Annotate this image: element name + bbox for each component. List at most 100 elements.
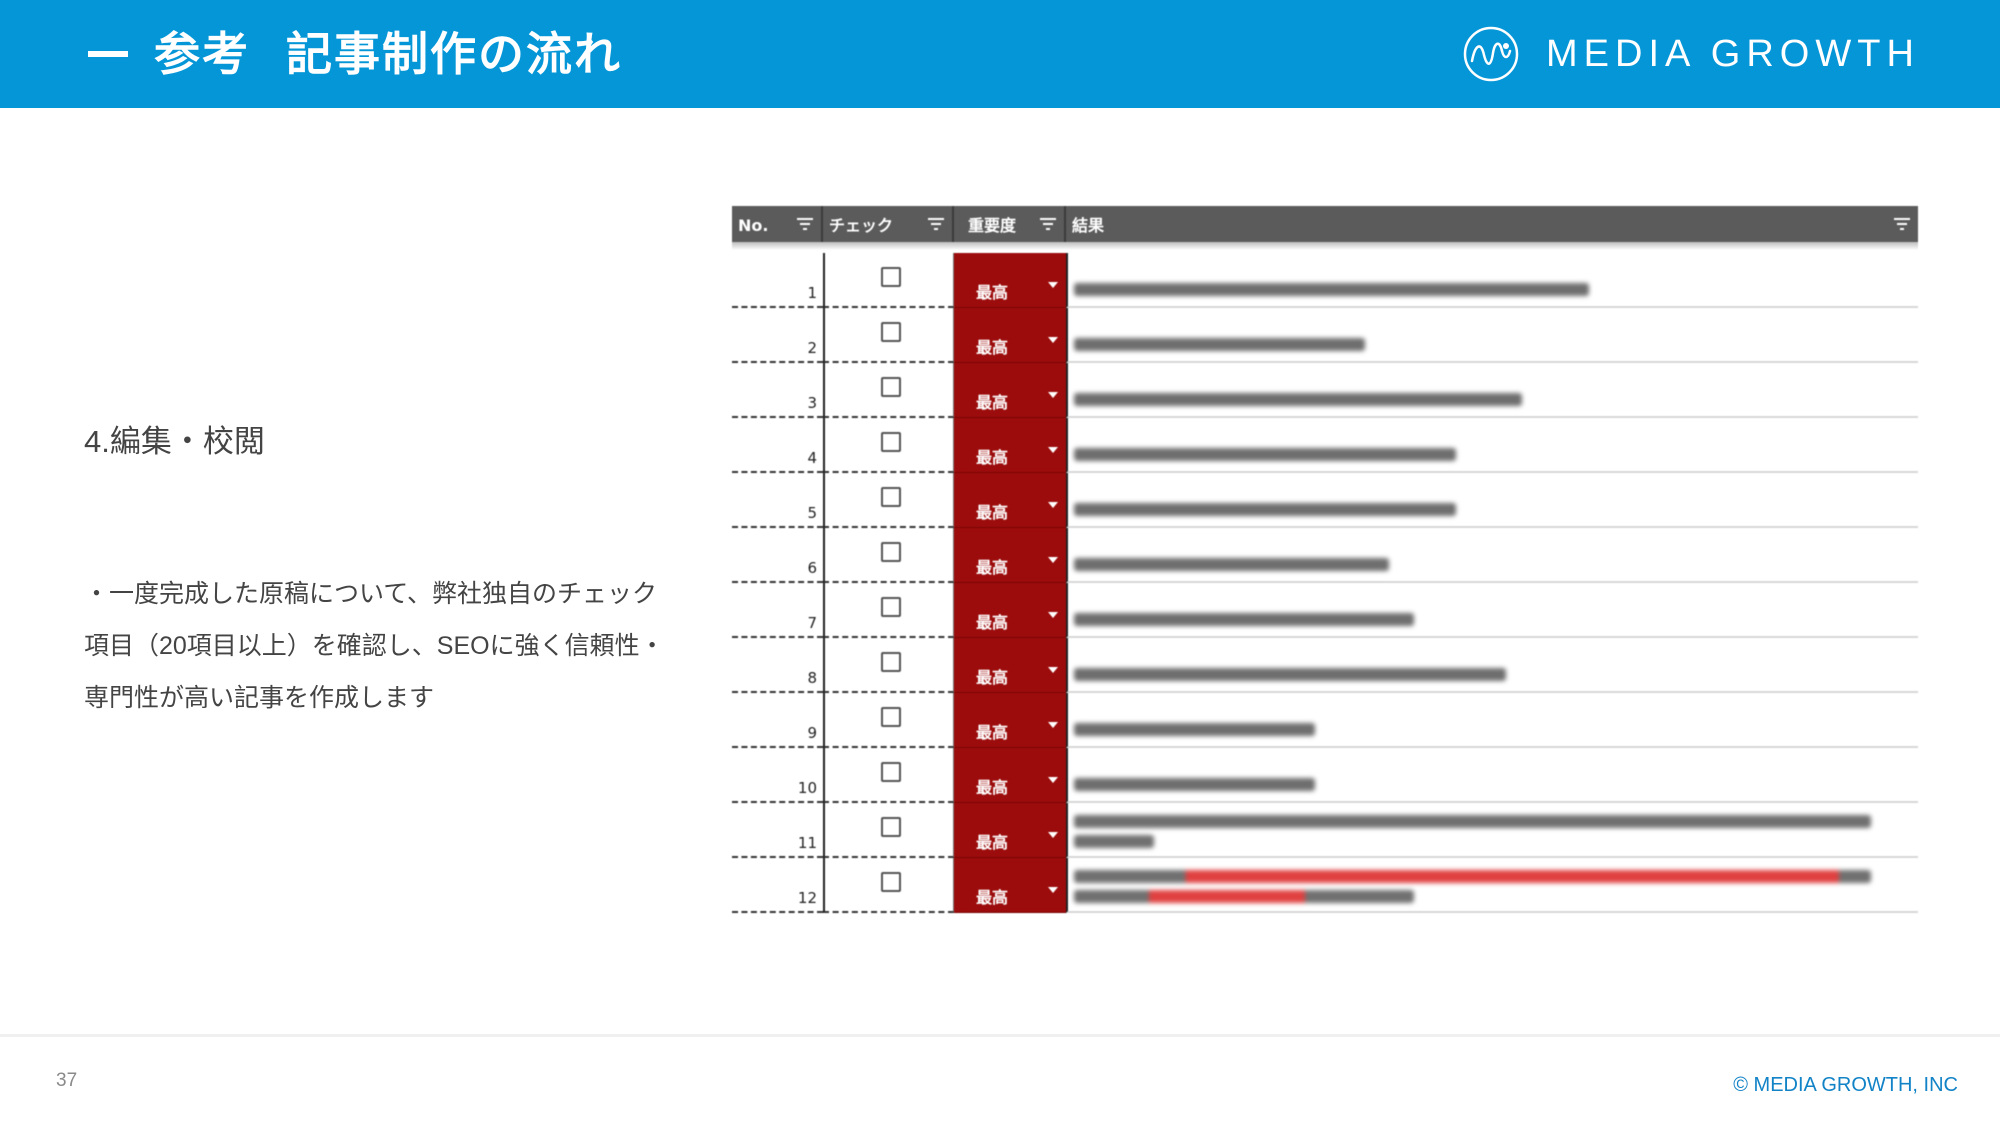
checkbox[interactable] (881, 432, 901, 452)
dropdown-arrow-icon (1048, 887, 1058, 893)
table-row: 4 最高 (732, 418, 1918, 473)
column-header-check: チェック (823, 206, 954, 242)
importance-dropdown[interactable]: 最高 (954, 803, 1066, 858)
importance-dropdown[interactable]: 最高 (954, 308, 1066, 363)
result-cell (1066, 418, 1918, 473)
importance-label: 最高 (976, 448, 1009, 467)
blurred-result-text (1074, 448, 1456, 461)
checkbox[interactable] (881, 322, 901, 342)
blurred-result-text (1074, 613, 1414, 626)
importance-label: 最高 (976, 668, 1009, 687)
check-cell (823, 363, 954, 418)
importance-label: 最高 (976, 833, 1009, 852)
description-line: 項目（20項目以上）を確認し、SEOに強く信頼性・ (84, 632, 665, 660)
importance-dropdown[interactable]: 最高 (954, 583, 1066, 638)
checkbox[interactable] (881, 707, 901, 727)
importance-label: 最高 (976, 283, 1009, 302)
column-header-importance: 重要度 (954, 206, 1066, 242)
result-cell (1066, 473, 1918, 528)
blurred-result-text (1074, 815, 1871, 828)
result-cell (1066, 858, 1918, 913)
table-row: 1 最高 (732, 253, 1918, 308)
importance-label: 最高 (976, 888, 1009, 907)
importance-dropdown[interactable]: 最高 (954, 253, 1066, 308)
description-line: ・一度完成した原稿について、弊社独自のチェック (84, 580, 658, 608)
column-header-label: 重要度 (968, 216, 1017, 235)
filter-icon[interactable] (1894, 218, 1910, 230)
section-title: 4.編集・校閲 (84, 424, 265, 459)
checkbox[interactable] (881, 872, 901, 892)
importance-dropdown[interactable]: 最高 (954, 693, 1066, 748)
blurred-result-text (1074, 558, 1389, 571)
checkbox[interactable] (881, 487, 901, 507)
description-line: 専門性が高い記事を作成します (84, 684, 435, 712)
header-shadow (732, 242, 1918, 250)
result-cell (1066, 253, 1918, 308)
check-cell (823, 803, 954, 858)
filter-icon[interactable] (1040, 218, 1056, 230)
column-header-label: 結果 (1072, 216, 1105, 235)
importance-label: 最高 (976, 723, 1009, 742)
importance-label: 最高 (976, 778, 1009, 797)
importance-dropdown[interactable]: 最高 (954, 363, 1066, 418)
blurred-result-text (1074, 870, 1871, 883)
checkbox[interactable] (881, 542, 901, 562)
table-row: 9 最高 (732, 693, 1918, 748)
dropdown-arrow-icon (1048, 337, 1058, 343)
dropdown-arrow-icon (1048, 557, 1058, 563)
check-cell (823, 528, 954, 583)
blurred-result-text (1074, 283, 1589, 296)
checkbox[interactable] (881, 652, 901, 672)
dropdown-arrow-icon (1048, 392, 1058, 398)
importance-label: 最高 (976, 503, 1009, 522)
checkbox[interactable] (881, 817, 901, 837)
table-row: 6 最高 (732, 528, 1918, 583)
result-cell (1066, 363, 1918, 418)
table-row: 11 最高 (732, 803, 1918, 858)
importance-label: 最高 (976, 338, 1009, 357)
row-number: 10 (732, 748, 823, 803)
checkbox[interactable] (881, 267, 901, 287)
checkbox[interactable] (881, 377, 901, 397)
table-row: 7 最高 (732, 583, 1918, 638)
sheet-header-row: No. チェック 重要度 結果 (732, 206, 1918, 242)
importance-dropdown[interactable]: 最高 (954, 528, 1066, 583)
blurred-result-text (1074, 723, 1315, 736)
title-dash-icon (88, 50, 128, 57)
result-cell (1066, 803, 1918, 858)
row-number: 1 (732, 253, 823, 308)
column-header-label: No. (738, 216, 769, 235)
row-number: 7 (732, 583, 823, 638)
checkbox[interactable] (881, 597, 901, 617)
row-number: 9 (732, 693, 823, 748)
checkbox[interactable] (881, 762, 901, 782)
dropdown-arrow-icon (1048, 447, 1058, 453)
table-row: 3 最高 (732, 363, 1918, 418)
importance-dropdown[interactable]: 最高 (954, 473, 1066, 528)
brand-name: MEDIA GROWTH (1546, 33, 1920, 75)
filter-icon[interactable] (797, 218, 813, 230)
dropdown-arrow-icon (1048, 777, 1058, 783)
check-cell (823, 858, 954, 913)
check-cell (823, 473, 954, 528)
check-cell (823, 308, 954, 363)
row-number: 6 (732, 528, 823, 583)
result-cell (1066, 583, 1918, 638)
result-cell (1066, 638, 1918, 693)
dropdown-arrow-icon (1048, 722, 1058, 728)
importance-dropdown[interactable]: 最高 (954, 858, 1066, 913)
check-cell (823, 253, 954, 308)
media-growth-logo-icon (1463, 26, 1519, 82)
result-cell (1066, 748, 1918, 803)
importance-label: 最高 (976, 393, 1009, 412)
dropdown-arrow-icon (1048, 282, 1058, 288)
check-cell (823, 638, 954, 693)
importance-dropdown[interactable]: 最高 (954, 418, 1066, 473)
column-header-no: No. (732, 206, 823, 242)
check-cell (823, 418, 954, 473)
filter-icon[interactable] (928, 218, 944, 230)
blurred-result-text (1074, 778, 1315, 791)
row-number: 11 (732, 803, 823, 858)
importance-dropdown[interactable]: 最高 (954, 748, 1066, 803)
importance-dropdown[interactable]: 最高 (954, 638, 1066, 693)
